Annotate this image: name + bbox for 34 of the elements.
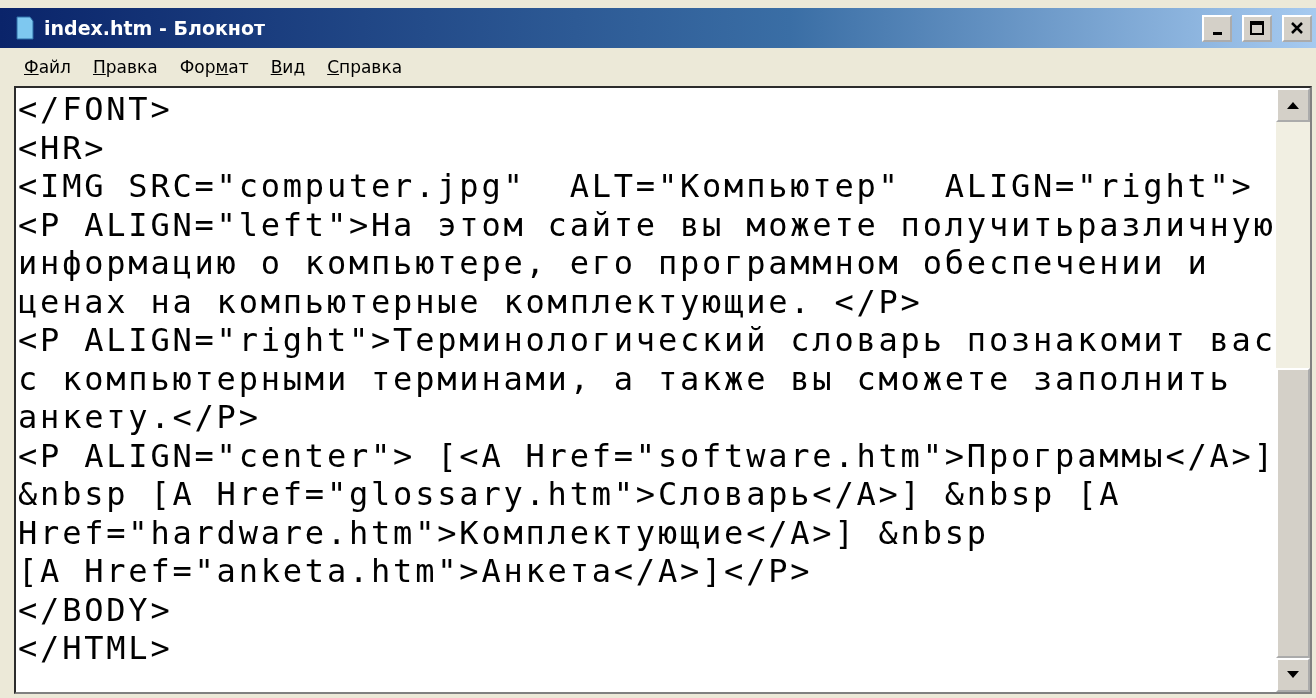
code-line: <P ALIGN="right">Терминологический словарь познакомит вас: [18, 321, 1276, 360]
menu-item[interactable]: Файл: [16, 55, 79, 79]
code-line: </BODY>: [18, 590, 174, 629]
code-line: анкету.</P>: [18, 398, 262, 437]
menu-item[interactable]: Справка: [319, 55, 411, 79]
code-line: </FONT>: [18, 90, 174, 129]
close-button[interactable]: [1282, 14, 1312, 42]
code-line: информацию о компьютере, его программном обеспечении и: [18, 244, 1211, 283]
menu-item[interactable]: Вид: [262, 55, 314, 79]
code-line: [A Href="anketa.htm">Анкета</A>]</P>: [18, 552, 814, 591]
code-line: с компьютерными терминами, а также вы сможете заполнить: [18, 359, 1233, 398]
notepad-icon: [14, 15, 36, 41]
code-line: <HR>: [18, 128, 108, 167]
code-line: <P ALIGN="center"> [<A Href="software.htm">Программы</A>]: [18, 436, 1276, 475]
code-line: <P ALIGN="left">На этом сайте вы можете получитьразличную: [18, 205, 1276, 244]
minimize-icon: [1212, 31, 1222, 35]
code-line: <IMG SRC="computer.jpg" ALT="Компьютер" ALIGN="right">: [18, 167, 1255, 206]
maximize-icon: [1250, 21, 1264, 35]
down-arrow-icon: [1287, 671, 1299, 679]
maximize-button[interactable]: [1242, 14, 1272, 42]
scrollbar[interactable]: [1276, 88, 1310, 692]
scroll-thumb[interactable]: [1276, 368, 1310, 658]
code-line: &nbsp [A Href="glossary.htm">Словарь</A>] &nbsp [A: [18, 475, 1123, 514]
minimize-button[interactable]: [1202, 14, 1232, 42]
scroll-up-button[interactable]: [1276, 88, 1310, 122]
menu-item[interactable]: Правка: [85, 55, 166, 79]
window-title: index.htm - Блокнот: [44, 17, 267, 39]
up-arrow-icon: [1287, 101, 1299, 109]
close-icon: [1290, 21, 1304, 35]
code-line: Href="hardware.htm">Комплектующие</A>] &nbsp: [18, 513, 990, 552]
code-line: </HTML>: [18, 629, 174, 668]
menu-item[interactable]: Формат: [171, 55, 257, 79]
code-line: ценах на компьютерные комплектующие. </P>: [18, 282, 924, 321]
scroll-down-button[interactable]: [1276, 658, 1310, 692]
